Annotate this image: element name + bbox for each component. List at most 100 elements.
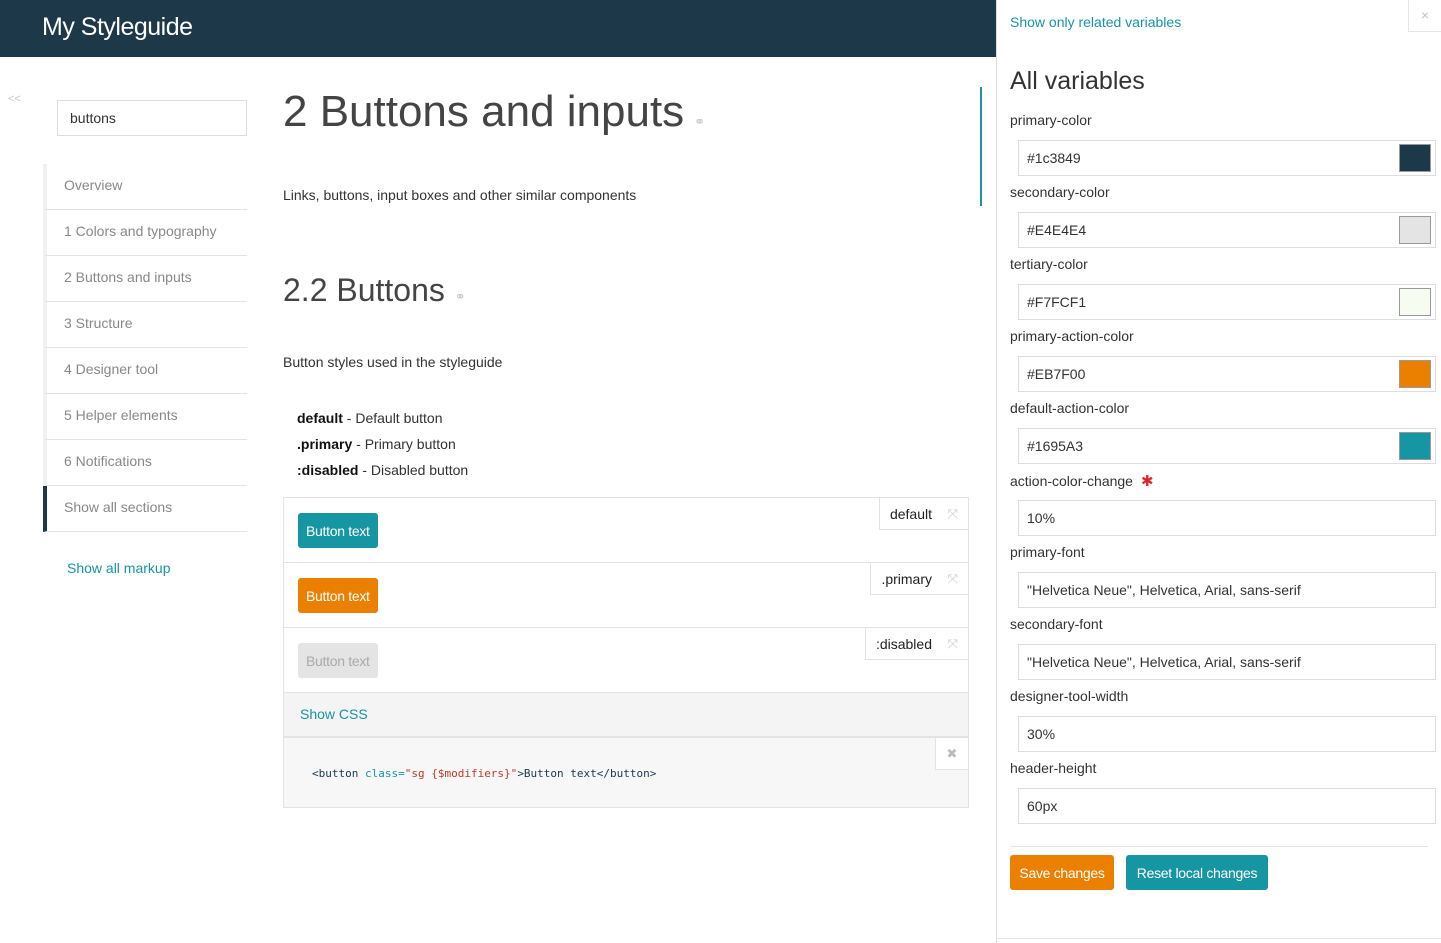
variable-input[interactable]: "Helvetica Neue", Helvetica, Arial, sans… (1018, 572, 1436, 608)
variable-input[interactable]: 60px (1018, 788, 1436, 824)
color-swatch[interactable] (1399, 432, 1431, 460)
modifier-desc: - Default button (342, 410, 443, 426)
code-tag-open: <button (312, 767, 359, 780)
asterisk-icon: ✱ (1140, 473, 1154, 490)
collapse-sidebar-button[interactable]: << (8, 93, 21, 105)
modifier-list: default - Default button .primary - Prim… (297, 410, 468, 488)
variable-input[interactable]: "Helvetica Neue", Helvetica, Arial, sans… (1018, 644, 1436, 680)
sidebar-item-label: Show all sections (64, 499, 173, 515)
variable-row: designer-tool-width 30% (1010, 686, 1436, 758)
variable-label: action-color-change ✱ (1010, 472, 1154, 490)
link-icon[interactable]: ⚭ (694, 114, 705, 129)
section-description: Links, buttons, input boxes and other si… (283, 187, 637, 203)
example-primary-button[interactable]: Button text (298, 578, 378, 613)
link-icon[interactable]: ⚭ (455, 289, 466, 304)
color-swatch[interactable] (1399, 144, 1431, 172)
divider (997, 938, 1441, 939)
app-title[interactable]: My Styleguide (42, 13, 193, 42)
modifier-tag-label: default (889, 506, 932, 522)
reset-local-changes-button[interactable]: Reset local changes (1126, 855, 1268, 890)
expand-icon[interactable]: ⤧ (948, 628, 958, 660)
variable-label: secondary-font (1010, 616, 1103, 632)
variable-row: tertiary-color #F7FCF1 (1010, 254, 1436, 326)
divider (1010, 846, 1428, 847)
variable-row: primary-color #1c3849 (1010, 110, 1436, 182)
code-block: <button class="sg {$modifiers}">Button t… (284, 737, 968, 808)
variable-row: default-action-color #1695A3 (1010, 398, 1436, 470)
close-icon[interactable]: ✖ (935, 738, 968, 770)
sidebar-item-label: 4 Designer tool (64, 361, 159, 377)
variable-row: primary-font "Helvetica Neue", Helvetica… (1010, 542, 1436, 614)
variable-input[interactable]: #E4E4E4 (1018, 212, 1436, 248)
sidebar-item-overview[interactable]: Overview (43, 164, 247, 210)
search-input[interactable] (57, 100, 247, 136)
color-swatch[interactable] (1399, 216, 1431, 244)
example-block: Button text default ⤧ Button text .primar… (283, 497, 969, 808)
sidebar-item-label: 5 Helper elements (64, 407, 178, 423)
sidebar-item-helper-elements[interactable]: 5 Helper elements (43, 394, 247, 440)
sidebar-item-show-all-sections[interactable]: Show all sections (43, 486, 247, 532)
close-icon[interactable]: × (1408, 0, 1441, 32)
expand-icon[interactable]: ⤧ (948, 563, 958, 595)
save-changes-button[interactable]: Save changes (1010, 855, 1114, 890)
section-scroll-indicator (980, 87, 982, 206)
variable-row: header-height 60px (1010, 758, 1436, 830)
variable-value: 30% (1027, 726, 1056, 742)
example-default-button[interactable]: Button text (298, 513, 378, 548)
variable-label: designer-tool-width (1010, 688, 1129, 704)
modifier-tag: default ⤧ (878, 498, 968, 530)
modifier-name: default (297, 410, 343, 426)
variable-input[interactable]: #EB7F00 (1018, 356, 1436, 392)
variables-list: primary-color #1c3849 secondary-color #E… (1010, 110, 1436, 830)
variable-row: secondary-color #E4E4E4 (1010, 182, 1436, 254)
variable-label: header-height (1010, 760, 1097, 776)
sidebar-item-label: Overview (64, 177, 123, 193)
sidebar-item-designer-tool[interactable]: 4 Designer tool (43, 348, 247, 394)
show-css-link[interactable]: Show CSS (284, 693, 968, 737)
variable-value: #E4E4E4 (1027, 222, 1087, 238)
variable-input[interactable]: #F7FCF1 (1018, 284, 1436, 320)
variable-input[interactable]: 30% (1018, 716, 1436, 752)
show-all-markup-link[interactable]: Show all markup (67, 560, 171, 576)
variable-label: secondary-color (1010, 184, 1110, 200)
modifier-tag: :disabled ⤧ (864, 628, 968, 660)
sidebar-item-notifications[interactable]: 6 Notifications (43, 440, 247, 486)
variable-value: 60px (1027, 798, 1058, 814)
variable-value: #F7FCF1 (1027, 294, 1087, 310)
variable-value: "Helvetica Neue", Helvetica, Arial, sans… (1027, 582, 1301, 598)
show-related-variables-link[interactable]: Show only related variables (1010, 14, 1181, 30)
code-snippet: <button class="sg {$modifiers}">Button t… (312, 767, 656, 780)
modifier-item: default - Default button (297, 410, 468, 436)
variable-label: primary-font (1010, 544, 1085, 560)
variable-input[interactable]: #1c3849 (1018, 140, 1436, 176)
section-subtitle-text: 2.2 Buttons (283, 272, 445, 308)
variable-label: primary-color (1010, 112, 1092, 128)
color-swatch[interactable] (1399, 288, 1431, 316)
modifier-desc: - Primary button (352, 436, 456, 452)
expand-icon[interactable]: ⤧ (948, 498, 958, 530)
example-disabled-button: Button text (298, 643, 378, 678)
modifier-name: .primary (297, 436, 353, 452)
code-attr: class= (358, 767, 405, 780)
example-row-default: Button text default ⤧ (284, 498, 968, 563)
sidebar-item-label: 3 Structure (64, 315, 133, 331)
sidebar-item-buttons-inputs[interactable]: 2 Buttons and inputs (43, 256, 247, 302)
variable-input[interactable]: #1695A3 (1018, 428, 1436, 464)
variable-label: default-action-color (1010, 400, 1130, 416)
sidebar-item-label: 1 Colors and typography (64, 223, 217, 239)
variable-input[interactable]: 10% (1018, 500, 1436, 536)
color-swatch[interactable] (1399, 360, 1431, 388)
app-header: My Styleguide (0, 0, 996, 57)
variable-label: tertiary-color (1010, 256, 1088, 272)
sidebar-item-label: 2 Buttons and inputs (64, 269, 192, 285)
modifier-item: :disabled - Disabled button (297, 462, 468, 488)
modifier-item: .primary - Primary button (297, 436, 468, 462)
sidebar-item-structure[interactable]: 3 Structure (43, 302, 247, 348)
sidebar-item-colors-typography[interactable]: 1 Colors and typography (43, 210, 247, 256)
variable-value: #1695A3 (1027, 438, 1084, 454)
page-title: 2 Buttons and inputs ⚭ (283, 87, 705, 137)
variable-value: #1c3849 (1027, 150, 1081, 166)
variable-label-text: action-color-change (1010, 473, 1133, 489)
subsection-description: Button styles used in the styleguide (283, 354, 503, 370)
designer-panel: Show only related variables × All variab… (996, 0, 1441, 943)
